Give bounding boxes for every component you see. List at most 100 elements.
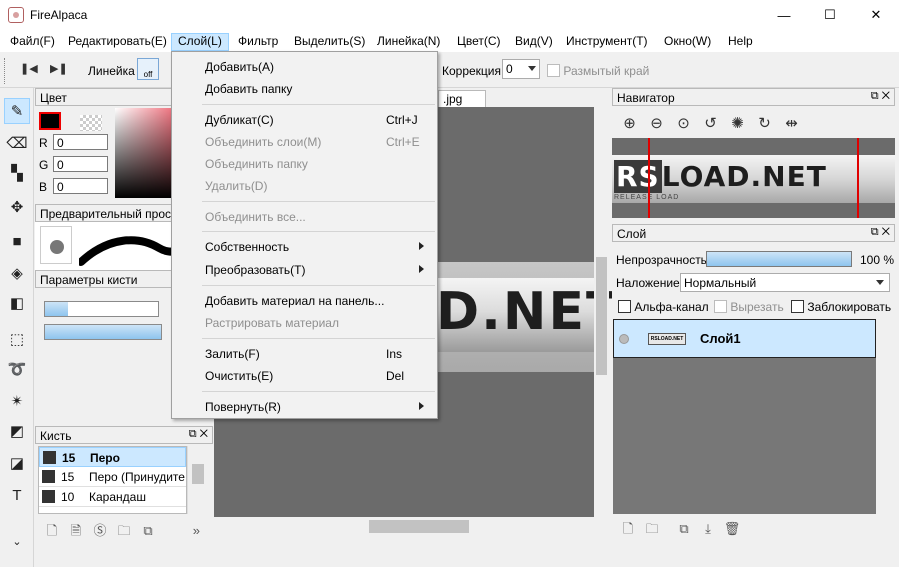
alpha-channel-option[interactable]: Альфа-канал xyxy=(618,300,709,314)
text-tool-icon[interactable]: T xyxy=(4,482,30,508)
zoom-reset-icon[interactable]: ⊙ xyxy=(670,114,697,132)
scroll-thumb[interactable] xyxy=(596,257,607,375)
blur-edge-checkbox[interactable] xyxy=(547,64,560,77)
menu-item-delete[interactable]: Удалить(D) xyxy=(172,176,437,196)
gradient-tool-icon[interactable]: ◧ xyxy=(4,290,30,316)
expand-tools-icon[interactable]: ⌄ xyxy=(4,528,30,554)
next-icon[interactable]: ▶❚ xyxy=(50,62,68,75)
menu-item-duplicate[interactable]: Дубликат(C) Ctrl+J xyxy=(172,110,437,130)
scroll-thumb[interactable] xyxy=(192,464,204,484)
menu-item-merge-folder[interactable]: Объединить папку xyxy=(172,154,437,174)
eraser-tool-icon[interactable]: ⌫ xyxy=(4,130,30,156)
folder-icon[interactable]: 🗀 xyxy=(112,522,136,544)
rotate-left-icon[interactable]: ↺ xyxy=(697,114,724,132)
menu-item-label: Залить(F) xyxy=(205,347,260,361)
blend-mode-select[interactable]: Нормальный xyxy=(680,273,890,292)
toolbar-grip[interactable] xyxy=(4,58,7,84)
delete-layer-icon[interactable]: 🗑 xyxy=(720,521,744,537)
clip-option[interactable]: Вырезать xyxy=(714,300,784,314)
foreground-color-swatch[interactable] xyxy=(39,112,61,130)
menu-item-clear[interactable]: Очистить(E) Del xyxy=(172,366,437,386)
magic-wand-tool-icon[interactable]: ✴ xyxy=(4,388,30,414)
menu-item-merge-all[interactable]: Объединить все... xyxy=(172,207,437,227)
maximize-button[interactable]: ☐ xyxy=(807,0,853,30)
prev-icon[interactable]: ❚◀ xyxy=(20,62,38,75)
menu-select[interactable]: Выделить(S) xyxy=(287,33,372,51)
layer-item[interactable]: RSLOAD.NET Слой1 xyxy=(613,319,876,358)
scroll-thumb[interactable] xyxy=(369,520,469,533)
brush-opacity-slider[interactable] xyxy=(44,324,162,340)
opacity-slider[interactable] xyxy=(706,251,852,267)
panel-float-close-icons[interactable]: ⧉ ✕ xyxy=(189,428,208,441)
document-tab[interactable]: .jpg xyxy=(438,90,486,107)
red-field[interactable]: 0 xyxy=(53,134,108,150)
flip-icon[interactable]: ⇹ xyxy=(778,114,805,132)
panel-float-close-icons[interactable]: ⧉ ✕ xyxy=(871,226,890,239)
dot-tool-icon[interactable]: ▚ xyxy=(4,160,30,186)
blur-edge-option[interactable]: Размытый край xyxy=(547,64,649,78)
zoom-out-icon[interactable]: ⊖ xyxy=(643,114,670,132)
menu-item-add-folder[interactable]: Добавить папку xyxy=(172,79,437,99)
close-button[interactable]: ✕ xyxy=(853,0,899,30)
lock-option[interactable]: Заблокировать xyxy=(791,300,891,314)
lock-checkbox[interactable] xyxy=(791,300,804,313)
more-icon[interactable]: » xyxy=(160,523,200,538)
new-folder-icon[interactable]: 🗀 xyxy=(640,520,664,542)
move-tool-icon[interactable]: ✥ xyxy=(4,194,30,220)
menu-item-add[interactable]: Добавить(A) xyxy=(172,57,437,77)
menu-item-transform[interactable]: Преобразовать(T) xyxy=(172,260,437,280)
menu-item-rotate[interactable]: Повернуть(R) xyxy=(172,397,437,417)
menu-layer[interactable]: Слой(L) xyxy=(171,33,229,51)
visibility-icon[interactable] xyxy=(619,334,629,344)
layer-list-scrollbar[interactable] xyxy=(876,319,893,514)
menu-item-fill[interactable]: Залить(F) Ins xyxy=(172,344,437,364)
menu-item-add-material[interactable]: Добавить материал на панель... xyxy=(172,291,437,311)
new-brush-icon[interactable]: 🗋 xyxy=(40,522,64,544)
correction-select[interactable]: 0 xyxy=(502,59,540,79)
brush-list-scrollbar[interactable] xyxy=(187,446,207,514)
select-pen-tool-icon[interactable]: ◩ xyxy=(4,418,30,444)
menu-color[interactable]: Цвет(C) xyxy=(450,33,508,51)
menu-item-properties[interactable]: Собственность xyxy=(172,237,437,257)
menu-view[interactable]: Вид(V) xyxy=(508,33,560,51)
merge-down-icon[interactable]: ⤓ xyxy=(696,521,720,537)
alpha-channel-checkbox[interactable] xyxy=(618,300,631,313)
menu-help[interactable]: Help xyxy=(721,33,760,51)
add-brush-icon[interactable]: 🗎 xyxy=(64,522,88,544)
duplicate-brush-icon[interactable]: ⧉ xyxy=(136,523,160,539)
menu-window[interactable]: Окно(W) xyxy=(657,33,718,51)
rotate-right-icon[interactable]: ↻ xyxy=(751,114,778,132)
brush-item[interactable]: 15 Перо xyxy=(39,447,186,467)
script-brush-icon[interactable]: Ⓢ xyxy=(88,520,112,539)
menu-edit[interactable]: Редактировать(E) xyxy=(61,33,174,51)
menu-item-rasterize-material[interactable]: Растрировать материал xyxy=(172,313,437,333)
duplicate-layer-icon[interactable]: ⧉ xyxy=(672,521,696,537)
transparent-color-swatch[interactable] xyxy=(80,115,102,131)
panel-float-close-icons[interactable]: ⧉ ✕ xyxy=(871,90,890,103)
bucket-tool-icon[interactable]: ◈ xyxy=(4,260,30,286)
menu-ruler[interactable]: Линейка(N) xyxy=(370,33,447,51)
ruler-toggle[interactable]: off xyxy=(137,58,159,80)
lasso-tool-icon[interactable]: ➰ xyxy=(4,356,30,382)
blue-field[interactable]: 0 xyxy=(53,178,108,194)
clip-checkbox[interactable] xyxy=(714,300,727,313)
navigator-view[interactable]: RSLOAD.NET RELEASE LOAD xyxy=(612,138,895,218)
brush-item[interactable]: 10 Карандаш xyxy=(39,487,186,507)
brush-size-slider[interactable] xyxy=(44,301,159,317)
green-field[interactable]: 0 xyxy=(53,156,108,172)
zoom-in-icon[interactable]: ⊕ xyxy=(616,114,643,132)
rotate-reset-icon[interactable]: ✺ xyxy=(724,114,751,132)
canvas-vertical-scrollbar[interactable] xyxy=(594,107,609,537)
select-eraser-tool-icon[interactable]: ◪ xyxy=(4,450,30,476)
minimize-button[interactable]: — xyxy=(761,0,807,30)
brush-item[interactable]: 15 Перо (Принудите xyxy=(39,467,186,487)
menu-filter[interactable]: Фильтр xyxy=(231,33,285,51)
menu-file[interactable]: Файл(F) xyxy=(3,33,62,51)
new-layer-icon[interactable]: 🗋 xyxy=(616,520,640,542)
canvas-horizontal-scrollbar[interactable] xyxy=(214,517,594,536)
pen-tool-icon[interactable]: ✎ xyxy=(4,98,30,124)
select-tool-icon[interactable]: ⬚ xyxy=(4,326,30,352)
fill-shape-tool-icon[interactable]: ■ xyxy=(4,228,30,254)
menu-tool[interactable]: Инструмент(T) xyxy=(559,33,655,51)
menu-item-merge-layers[interactable]: Объединить слои(M) Ctrl+E xyxy=(172,132,437,152)
